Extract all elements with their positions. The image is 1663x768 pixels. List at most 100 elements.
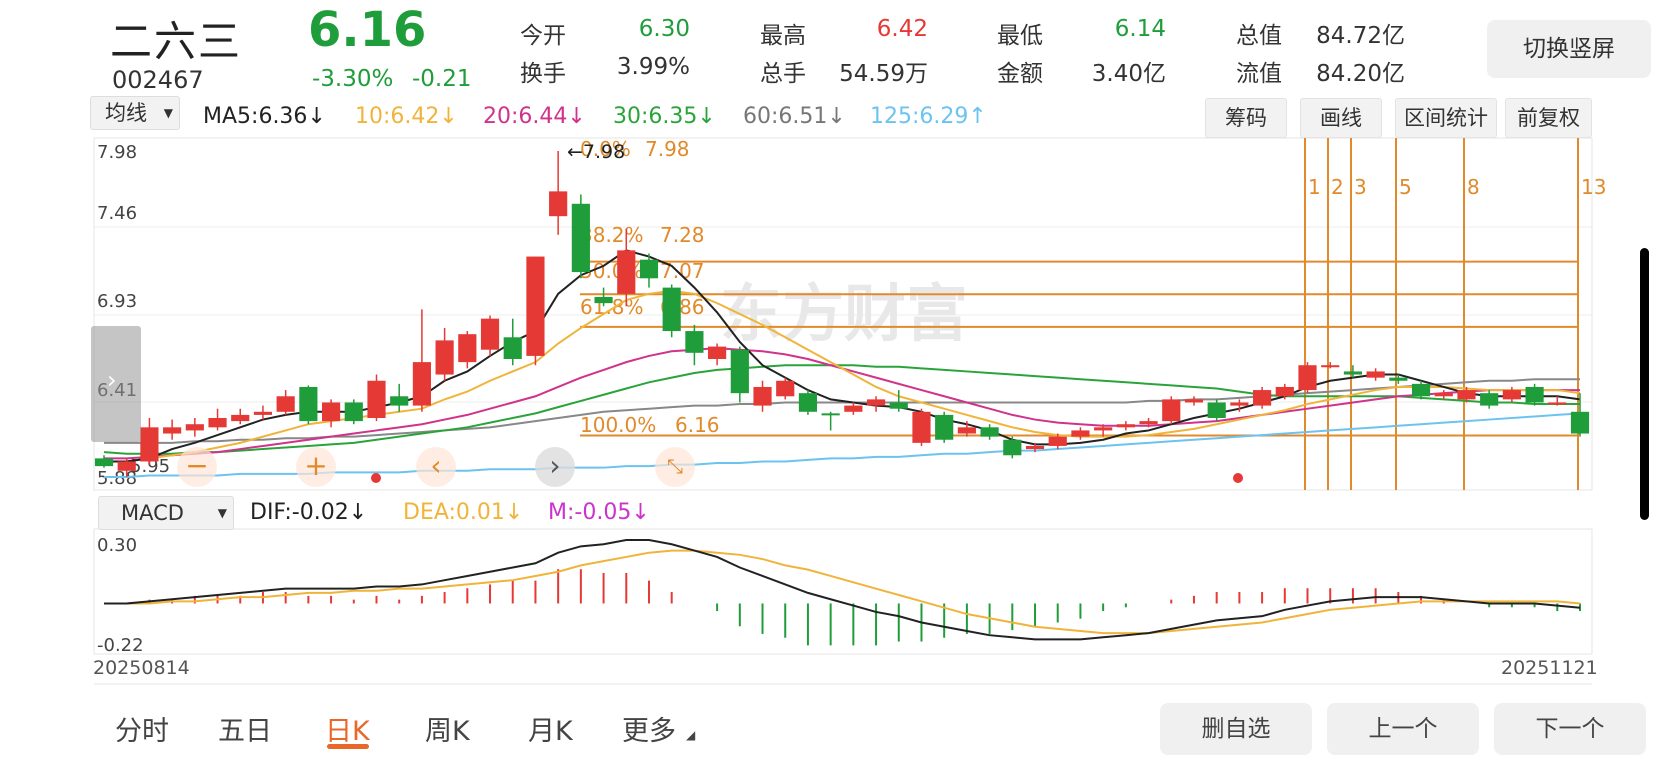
pan-right-button[interactable]: › [535, 447, 575, 487]
candle-body [776, 380, 795, 397]
pan-left-button[interactable]: ‹ [416, 447, 456, 487]
candle-body [435, 340, 454, 375]
candle-body [185, 424, 204, 431]
date-end: 20251121 [1501, 657, 1598, 679]
chevron-right-icon: › [107, 366, 117, 394]
more-caret-icon: ◢ [686, 728, 696, 742]
candle-body [1094, 427, 1113, 431]
arrow-icon: ↓ [348, 500, 368, 525]
candle-body [1480, 393, 1499, 406]
date-start: 20250814 [93, 657, 190, 679]
candle-body [480, 318, 500, 350]
candle-body [344, 402, 363, 422]
candle-body [730, 349, 749, 394]
price-axis-label: 5.88 [97, 468, 137, 489]
macd-legend-text: DIF:-0.02 [250, 500, 349, 525]
dea-line [104, 549, 1581, 635]
candle-body [844, 405, 863, 412]
watermark-logo: 东方财富 [720, 277, 968, 350]
time-cycle-label: 3 [1354, 175, 1367, 199]
candle-body [957, 427, 976, 434]
candle-body [935, 414, 954, 440]
macd-legend-item: DIF:-0.02↓ [250, 500, 367, 525]
candle-body [503, 337, 522, 360]
side-drawer-handle[interactable]: › [91, 326, 141, 442]
remove-watchlist-button[interactable]: 删自选 [1160, 703, 1312, 755]
candle-body [753, 386, 772, 406]
time-cycle-label: 5 [1399, 175, 1412, 199]
high-marker: ←7.98 [567, 141, 625, 163]
candle-body [140, 427, 159, 462]
macd-axis-label: 0.30 [97, 535, 137, 556]
candle-body [390, 396, 409, 406]
candle-body [526, 256, 545, 356]
next-stock-button[interactable]: 下一个 [1494, 703, 1646, 755]
candle-body [821, 413, 840, 416]
candle-body [1184, 399, 1204, 403]
tab-5[interactable]: 更多 [622, 709, 676, 748]
scrollbar[interactable] [1640, 248, 1649, 520]
candle-body [866, 399, 886, 406]
candle-body [639, 259, 659, 279]
arrow-icon: ↓ [504, 500, 524, 525]
candle-body [117, 461, 136, 471]
macd-legend-text: M:-0.05 [548, 500, 632, 525]
macd-legend-text: DEA:0.01 [403, 500, 505, 525]
candle-body [980, 427, 999, 437]
candle-body [253, 411, 273, 415]
candle-body [594, 296, 613, 304]
candle-body [1071, 430, 1090, 437]
candle-body [1411, 383, 1431, 397]
time-cycle-label: 13 [1581, 175, 1606, 199]
candle-body [1025, 445, 1045, 450]
candle-body [1139, 421, 1158, 425]
candle-body [1570, 411, 1590, 434]
time-cycle-label: 1 [1308, 175, 1321, 199]
prev-stock-button[interactable]: 上一个 [1327, 703, 1479, 755]
candle-body [889, 402, 908, 409]
price-axis-label: 6.93 [97, 291, 137, 312]
candle-body [1116, 424, 1135, 428]
candle-body [1162, 399, 1181, 422]
candle-body [321, 402, 341, 422]
tab-1[interactable]: 五日 [218, 709, 272, 748]
candle-body [1048, 436, 1067, 446]
tab-4[interactable]: 月K [528, 709, 573, 748]
signal-dot [1233, 473, 1243, 483]
active-tab-underline [327, 744, 369, 749]
candle-body [1389, 377, 1408, 381]
candle-body [685, 331, 704, 353]
zoom-in-button[interactable]: + [296, 447, 336, 487]
signal-dot [371, 473, 381, 483]
collapse-icon[interactable]: ⤡ [655, 447, 695, 487]
fib-pct-label: 100.0% [580, 413, 656, 437]
candle-body [1253, 390, 1272, 406]
candle-body [1003, 439, 1022, 456]
candle-body [617, 250, 636, 294]
time-cycle-label: 2 [1331, 175, 1344, 199]
time-cycle-label: 8 [1467, 175, 1480, 199]
price-axis-label: 7.46 [97, 203, 137, 224]
macd-select[interactable]: MACD ▼ [98, 496, 234, 530]
tab-2[interactable]: 日K [325, 709, 370, 748]
fib-price-label: 7.28 [660, 223, 705, 247]
candle-body [276, 396, 295, 412]
chevron-down-icon: ▼ [217, 506, 227, 520]
candle-body [163, 427, 182, 434]
tab-3[interactable]: 周K [425, 709, 470, 748]
candle-body [208, 418, 227, 428]
fib-price-label: 7.98 [645, 137, 690, 161]
candle-body [1434, 393, 1453, 397]
candle-body [299, 386, 318, 422]
macd-select-label: MACD [121, 501, 184, 525]
zoom-out-button[interactable]: − [177, 447, 217, 487]
tab-0[interactable]: 分时 [115, 709, 169, 748]
candle-body [1230, 402, 1249, 406]
candle-body [1207, 402, 1226, 419]
candle-body [458, 334, 477, 363]
kline-chart[interactable]: 东方财富7.987.466.936.415.955.880.0%7.9838.2… [0, 0, 1663, 768]
candle-body [1457, 390, 1476, 400]
candle-body [912, 411, 931, 443]
macd-legend-item: DEA:0.01↓ [403, 500, 523, 525]
candle-body [1343, 371, 1363, 375]
